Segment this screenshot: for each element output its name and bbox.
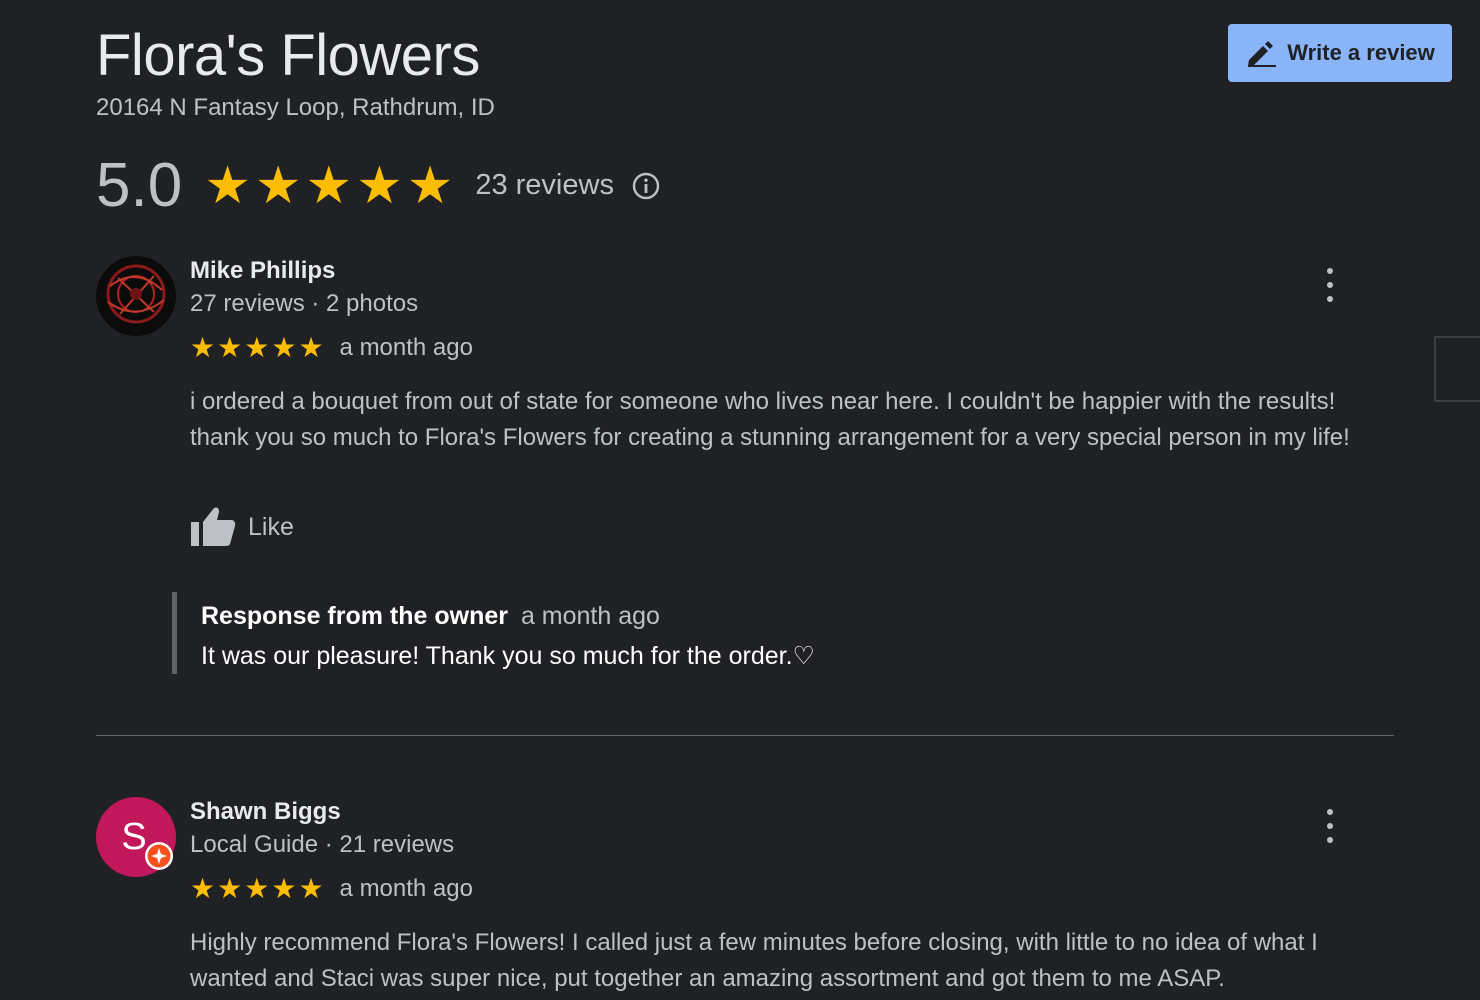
like-label: Like bbox=[248, 512, 294, 541]
review-divider bbox=[96, 735, 1394, 736]
reviewer-info: Mike Phillips 27 reviews · 2 photos bbox=[190, 256, 418, 318]
scrollbar-thumb[interactable] bbox=[1434, 336, 1480, 402]
reviewer-meta: 27 reviews · 2 photos bbox=[190, 290, 419, 317]
avatar[interactable]: S bbox=[96, 797, 176, 877]
reviewer-meta: Local Guide · 21 reviews bbox=[190, 831, 455, 858]
review-time: a month ago bbox=[339, 875, 473, 902]
pencil-icon bbox=[1248, 41, 1277, 67]
star-icon: ★ bbox=[271, 873, 297, 904]
review-stars: ★ ★ ★ ★ ★ bbox=[190, 334, 324, 362]
more-vert-dot bbox=[1327, 282, 1333, 288]
star-icon: ★ bbox=[204, 156, 251, 215]
review-count: 23 reviews bbox=[475, 169, 614, 201]
review-stars: ★ ★ ★ ★ ★ bbox=[190, 875, 324, 903]
avatar-letter: S bbox=[121, 816, 146, 858]
review-item: Mike Phillips 27 reviews · 2 photos ★ ★ … bbox=[96, 256, 1394, 696]
star-icon: ★ bbox=[305, 156, 353, 215]
overall-stars: ★ ★ ★ ★ ★ bbox=[204, 160, 453, 212]
write-review-label: Write a review bbox=[1287, 40, 1435, 65]
local-guide-badge-icon bbox=[145, 842, 173, 870]
star-icon: ★ bbox=[244, 332, 270, 363]
more-vert-icon bbox=[1327, 268, 1333, 274]
review-text: Highly recommend Flora's Flowers! I call… bbox=[190, 929, 1318, 992]
star-icon: ★ bbox=[190, 873, 216, 904]
review-time: a month ago bbox=[339, 334, 473, 361]
more-vert-icon bbox=[1327, 809, 1333, 815]
reviewer-name[interactable]: Mike Phillips bbox=[190, 256, 418, 286]
more-vert-dot bbox=[1327, 823, 1333, 829]
review-rating-row: ★ ★ ★ ★ ★ a month ago bbox=[190, 875, 473, 903]
star-icon: ★ bbox=[190, 332, 216, 363]
business-address: 20164 N Fantasy Loop, Rathdrum, ID bbox=[96, 94, 495, 121]
info-icon[interactable] bbox=[632, 172, 660, 200]
rating-summary: 5.0 ★ ★ ★ ★ ★ 23 reviews bbox=[96, 150, 660, 221]
thumb-up-icon bbox=[191, 507, 236, 546]
more-options-button[interactable] bbox=[1318, 809, 1342, 843]
business-header: Flora's Flowers 20164 N Fantasy Loop, Ra… bbox=[96, 22, 495, 122]
star-icon: ★ bbox=[298, 332, 324, 363]
owner-response-text: It was our pleasure! Thank you so much f… bbox=[201, 642, 815, 670]
avatar[interactable] bbox=[96, 256, 176, 336]
write-review-button[interactable]: Write a review bbox=[1228, 24, 1452, 82]
star-icon: ★ bbox=[244, 873, 270, 904]
more-vert-dot bbox=[1327, 296, 1333, 302]
reviewer-name[interactable]: Shawn Biggs bbox=[190, 797, 454, 827]
review-item: S Shawn Biggs Local Guide · 21 reviews ★… bbox=[96, 797, 1394, 1000]
owner-response-title: Response from the owner bbox=[201, 602, 508, 630]
star-icon: ★ bbox=[271, 332, 297, 363]
owner-response: Response from the owner a month ago It w… bbox=[172, 592, 815, 674]
review-text: i ordered a bouquet from out of state fo… bbox=[190, 388, 1350, 451]
star-icon: ★ bbox=[254, 156, 302, 215]
like-button[interactable]: Like bbox=[190, 506, 294, 548]
star-icon: ★ bbox=[356, 156, 403, 215]
review-rating-row: ★ ★ ★ ★ ★ a month ago bbox=[190, 334, 473, 362]
reviewer-info: Shawn Biggs Local Guide · 21 reviews bbox=[190, 797, 454, 859]
star-icon: ★ bbox=[406, 156, 454, 215]
star-icon: ★ bbox=[217, 873, 243, 904]
owner-response-time: a month ago bbox=[520, 602, 660, 630]
more-options-button[interactable] bbox=[1318, 268, 1342, 302]
business-name: Flora's Flowers bbox=[96, 23, 480, 88]
star-icon: ★ bbox=[217, 332, 243, 363]
star-icon: ★ bbox=[298, 873, 324, 904]
more-vert-dot bbox=[1327, 837, 1333, 843]
overall-rating: 5.0 bbox=[96, 151, 183, 220]
